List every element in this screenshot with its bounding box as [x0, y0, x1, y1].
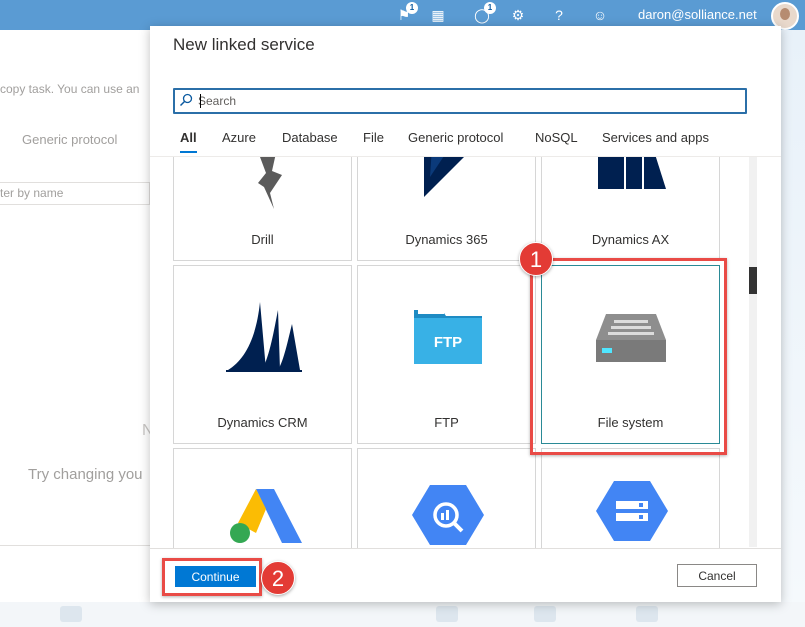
tile-dynamics-ax[interactable]: Dynamics AX — [541, 157, 720, 261]
highlight-file-system — [530, 258, 727, 455]
background-try-changing-text: Try changing you — [28, 466, 143, 483]
background-ghost-icon — [636, 606, 658, 622]
tab-azure[interactable]: Azure — [222, 130, 256, 145]
step-2-marker: 2 — [261, 561, 295, 595]
tile-google-cloud-storage[interactable] — [541, 448, 720, 548]
user-email[interactable]: daron@solliance.net — [638, 7, 757, 22]
google-bigquery-icon — [412, 485, 484, 545]
tab-file[interactable]: File — [363, 130, 384, 145]
notification-count-badge: 1 — [406, 2, 418, 14]
ftp-icon: FTP — [414, 308, 482, 364]
ftp-icon-text: FTP — [434, 334, 462, 351]
tile-label: Dynamics 365 — [405, 232, 488, 247]
dynamics-365-icon — [424, 157, 464, 197]
background-page: copy task. You can use an Generic protoc… — [0, 30, 154, 602]
feedback-count-badge: 1 — [484, 2, 496, 14]
tile-dynamics-crm[interactable]: Dynamics CRM — [173, 265, 352, 444]
text-caret — [200, 94, 201, 108]
google-cloud-storage-icon — [596, 481, 668, 541]
background-description: copy task. You can use an — [0, 82, 140, 96]
search-input[interactable] — [198, 91, 728, 111]
dynamics-ax-icon — [598, 157, 666, 189]
cancel-button[interactable]: Cancel — [677, 564, 757, 587]
google-ads-icon — [230, 489, 302, 543]
tile-drill[interactable]: Drill — [173, 157, 352, 261]
help-icon[interactable]: ? — [551, 7, 567, 23]
feedback-icon[interactable]: ◯ 1 — [474, 2, 496, 23]
background-ghost-icon — [534, 606, 556, 622]
footer-divider — [150, 548, 781, 549]
tab-generic-protocol[interactable]: Generic protocol — [408, 130, 503, 145]
background-bottom-strip — [0, 602, 805, 627]
tile-google-ads[interactable] — [173, 448, 352, 548]
tile-label: Drill — [251, 232, 274, 247]
background-tab-generic-protocol: Generic protocol — [22, 132, 118, 147]
tile-dynamics-365[interactable]: Dynamics 365 — [357, 157, 536, 261]
drill-icon — [258, 157, 282, 209]
tile-label: FTP — [434, 415, 459, 430]
background-ghost-icon — [60, 606, 82, 622]
settings-icon[interactable]: ⚙ — [510, 7, 526, 23]
tab-nosql[interactable]: NoSQL — [535, 130, 578, 145]
dynamics-crm-icon — [226, 302, 302, 372]
background-filter-placeholder: ter by name — [0, 186, 64, 200]
tile-google-bigquery[interactable] — [357, 448, 536, 548]
background-filter-input: ter by name — [0, 182, 150, 205]
search-box[interactable] — [173, 88, 747, 114]
notifications-icon[interactable]: ⚑ 1 — [396, 2, 418, 23]
search-icon — [179, 93, 193, 107]
background-right-strip — [781, 30, 805, 602]
grid-scrollbar-thumb[interactable] — [749, 267, 757, 294]
step-1-marker: 1 — [519, 242, 553, 276]
background-ghost-icon — [436, 606, 458, 622]
tile-label: Dynamics CRM — [217, 415, 308, 430]
tile-ftp[interactable]: FTP FTP — [357, 265, 536, 444]
tile-label: Dynamics AX — [591, 232, 670, 247]
smiley-icon[interactable]: ☺ — [592, 7, 608, 23]
tab-all[interactable]: All — [180, 130, 197, 153]
highlight-continue — [162, 558, 262, 596]
background-divider — [0, 545, 150, 546]
tab-services-and-apps[interactable]: Services and apps — [602, 130, 709, 145]
directory-icon[interactable]: ▦ — [430, 7, 446, 23]
tab-database[interactable]: Database — [282, 130, 338, 145]
grid-scrollbar-track[interactable] — [749, 157, 757, 547]
dialog-title: New linked service — [173, 35, 315, 54]
